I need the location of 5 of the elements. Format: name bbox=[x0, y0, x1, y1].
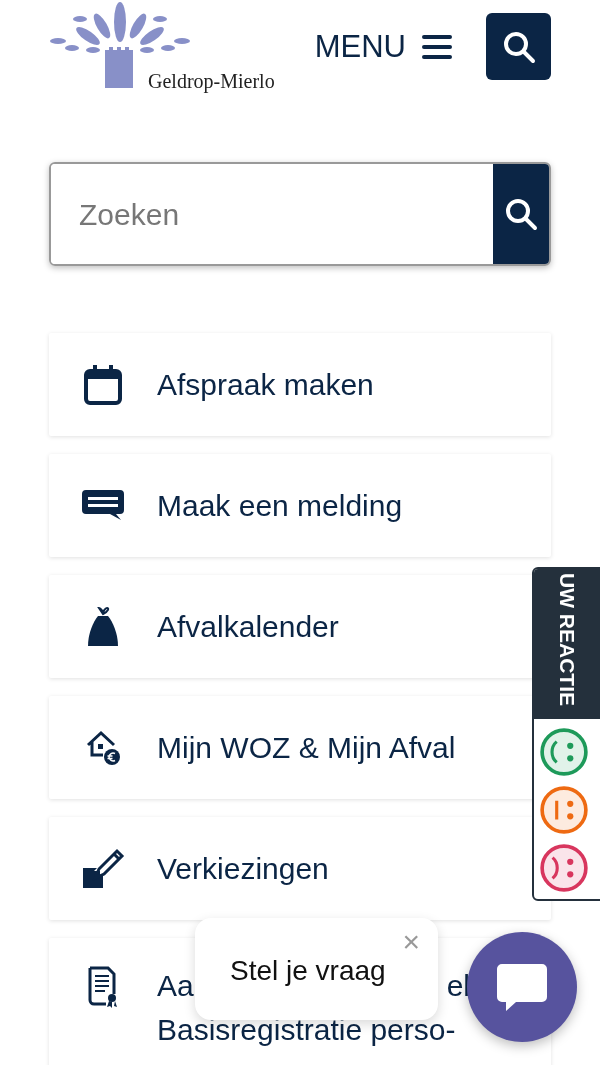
tile-label: Aa bbox=[157, 968, 194, 1004]
logo-text: Geldrop-Mierlo bbox=[148, 69, 275, 95]
chat-prompt-text: Stel je vraag bbox=[230, 954, 386, 988]
tile-label: el bbox=[446, 968, 470, 1004]
feedback-label: UW REACTIE bbox=[554, 573, 580, 708]
